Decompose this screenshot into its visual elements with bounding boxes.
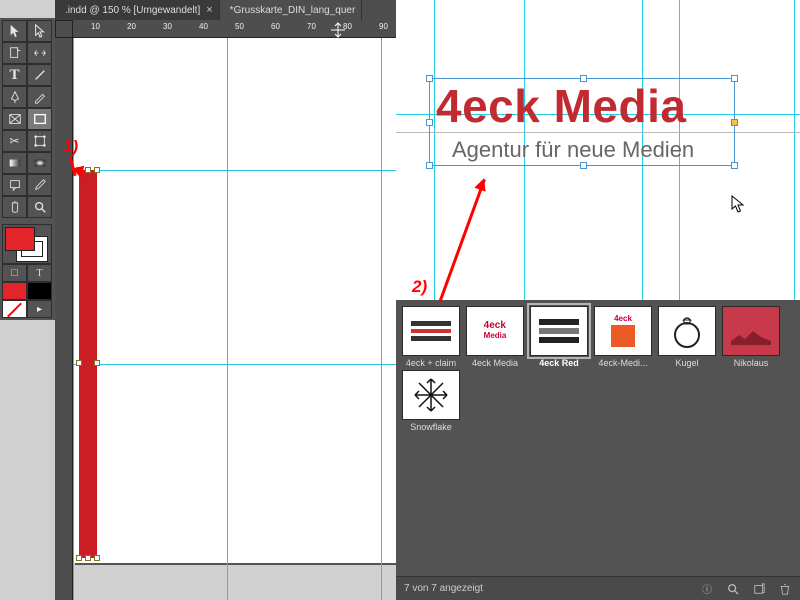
selection-handle[interactable]	[426, 119, 433, 126]
library-thumb	[658, 306, 716, 356]
library-status-text: 7 von 7 angezeigt	[404, 583, 483, 594]
library-label: Snowflake	[410, 422, 452, 432]
svg-text:4eck: 4eck	[614, 314, 632, 323]
right-panel: 4eck Media Agentur für neue Medien	[396, 0, 800, 600]
library-thumb	[530, 306, 588, 356]
apply-text[interactable]: T	[27, 264, 52, 282]
selection-handle[interactable]	[580, 162, 587, 169]
apply-gradient[interactable]	[27, 282, 52, 300]
library-label: 4eck Red	[539, 358, 579, 368]
guide[interactable]	[73, 170, 396, 171]
selection-handle[interactable]	[731, 75, 738, 82]
selection-handle[interactable]	[94, 360, 100, 366]
selection-handle[interactable]	[76, 555, 82, 561]
guide[interactable]	[227, 38, 228, 600]
indesign-panel: .indd @ 150 % [Umgewandelt] × *Grusskart…	[0, 0, 396, 600]
note-tool[interactable]	[2, 174, 27, 196]
library-thumb: 4eck	[594, 306, 652, 356]
selection-handle[interactable]	[426, 162, 433, 169]
document-page	[73, 168, 396, 563]
library-item-claim[interactable]: 4eck + claim	[400, 306, 462, 368]
selection-handle[interactable]	[85, 555, 91, 561]
page-tool[interactable]	[2, 42, 27, 64]
logo-selection[interactable]: 4eck Media Agentur für neue Medien	[429, 78, 735, 166]
selection-tool[interactable]	[2, 20, 27, 42]
guide[interactable]	[73, 38, 74, 600]
selection-handle[interactable]	[76, 360, 82, 366]
logo-subtitle: Agentur für neue Medien	[452, 137, 694, 163]
selection-handle[interactable]	[94, 555, 100, 561]
library-thumb	[402, 370, 460, 420]
tab-label: *Grusskarte_DIN_lang_quer	[230, 5, 356, 16]
library-delete-icon[interactable]	[778, 582, 792, 596]
type-tool[interactable]: T	[2, 64, 27, 86]
pen-tool[interactable]	[2, 86, 27, 108]
library-item-snowflake[interactable]: Snowflake	[400, 370, 462, 432]
apply-none[interactable]	[2, 300, 27, 318]
close-icon[interactable]: ×	[206, 4, 212, 16]
hand-tool[interactable]	[2, 196, 27, 218]
library-item-4eck-medi[interactable]: 4eck 4eck-Medi...	[592, 306, 654, 368]
ruler-horizontal[interactable]: 10 20 30 40 50 60 70 80 90	[73, 20, 396, 38]
apply-container[interactable]: □	[2, 264, 27, 282]
library-status-bar: 7 von 7 angezeigt ⓘ	[396, 576, 800, 600]
scissors-tool[interactable]: ✂	[2, 130, 27, 152]
library-label: Nikolaus	[734, 358, 769, 368]
guide[interactable]	[794, 0, 795, 300]
library-thumb	[722, 306, 780, 356]
fill-swatch[interactable]	[5, 227, 35, 251]
rect-frame-tool[interactable]	[2, 108, 27, 130]
selection-handle[interactable]	[731, 162, 738, 169]
library-panel: 4eck + claim 4eckMedia 4eck Media 4eck R…	[396, 300, 800, 600]
library-item-4eck-media[interactable]: 4eckMedia 4eck Media	[464, 306, 526, 368]
apply-color[interactable]	[2, 282, 27, 300]
ruler-vertical[interactable]	[55, 38, 73, 600]
library-label: Kugel	[675, 358, 698, 368]
guide[interactable]	[73, 364, 396, 365]
selection-handle[interactable]	[580, 75, 587, 82]
tools-panel: T ✂ □ T ▸	[0, 18, 55, 320]
selection-handle[interactable]	[85, 167, 91, 173]
library-label: 4eck + claim	[406, 358, 456, 368]
pencil-tool[interactable]	[27, 86, 52, 108]
selection-handle[interactable]	[76, 167, 82, 173]
library-item-4eck-red[interactable]: 4eck Red	[528, 306, 590, 368]
library-label: 4eck-Medi...	[598, 358, 647, 368]
rectangle-tool[interactable]	[27, 108, 52, 130]
library-info-icon[interactable]: ⓘ	[700, 582, 714, 596]
cursor-pointer-icon	[731, 195, 745, 216]
document-canvas[interactable]	[73, 38, 396, 600]
selection-handle[interactable]	[94, 167, 100, 173]
gradient-feather-tool[interactable]	[27, 152, 52, 174]
library-search-icon[interactable]	[726, 582, 740, 596]
library-thumb	[402, 306, 460, 356]
ruler-origin[interactable]	[55, 20, 73, 38]
tab-document-2[interactable]: *Grusskarte_DIN_lang_quer	[220, 0, 363, 20]
gradient-swatch-tool[interactable]	[2, 152, 27, 174]
direct-selection-tool[interactable]	[27, 20, 52, 42]
library-item-kugel[interactable]: Kugel	[656, 306, 718, 368]
library-item-nikolaus[interactable]: Nikolaus	[720, 306, 782, 368]
tab-label: .indd @ 150 % [Umgewandelt]	[65, 5, 200, 16]
free-transform-tool[interactable]	[27, 130, 52, 152]
reference-point-handle[interactable]	[731, 119, 738, 126]
eyedropper-tool[interactable]	[27, 174, 52, 196]
fill-stroke-control[interactable]	[2, 224, 52, 264]
library-label: 4eck Media	[472, 358, 518, 368]
library-grid: 4eck + claim 4eckMedia 4eck Media 4eck R…	[396, 300, 800, 576]
library-new-icon[interactable]	[752, 582, 766, 596]
logo-title: 4eck Media	[436, 79, 734, 133]
document-tabs: .indd @ 150 % [Umgewandelt] × *Grusskart…	[55, 0, 396, 20]
logo-preview-area: 4eck Media Agentur für neue Medien	[396, 0, 800, 300]
tab-document-1[interactable]: .indd @ 150 % [Umgewandelt] ×	[55, 0, 220, 20]
selection-handle[interactable]	[426, 75, 433, 82]
library-thumb: 4eckMedia	[466, 306, 524, 356]
gap-tool[interactable]	[27, 42, 52, 64]
zoom-tool[interactable]	[27, 196, 52, 218]
page-upper	[73, 38, 396, 168]
line-tool[interactable]	[27, 64, 52, 86]
tools-menu[interactable]: ▸	[27, 300, 52, 318]
guide[interactable]	[381, 38, 382, 600]
